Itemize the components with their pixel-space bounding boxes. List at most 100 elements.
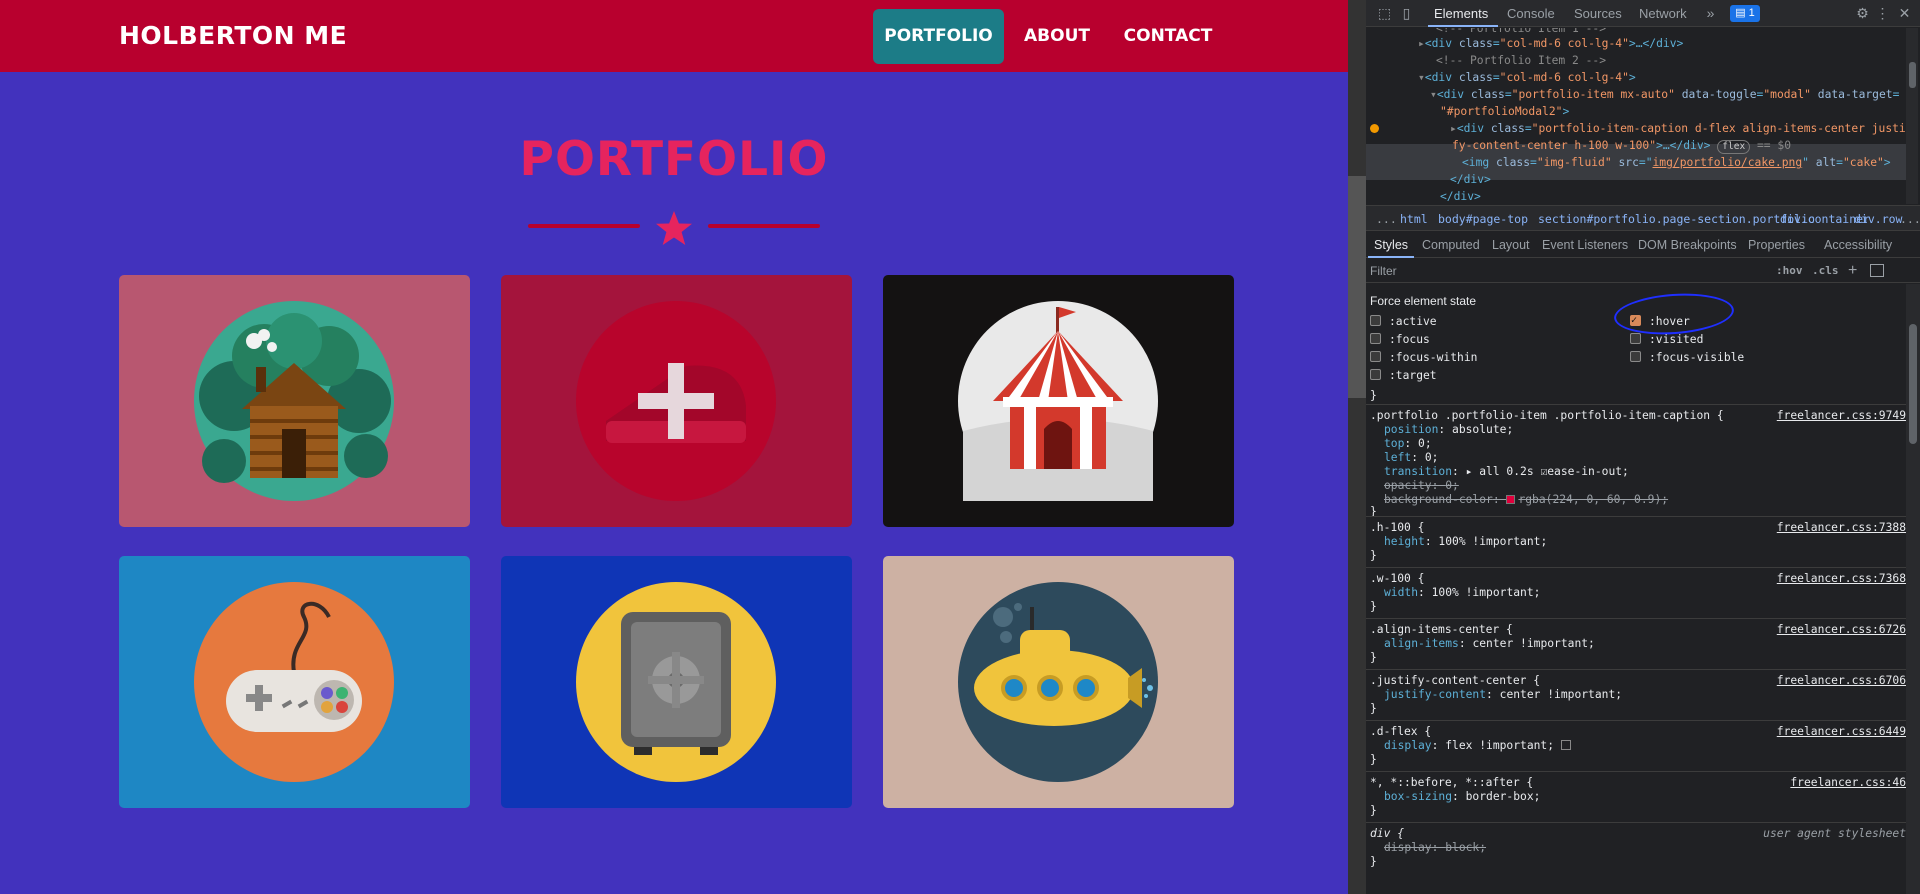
dom-node[interactable]: ▾<div class="portfolio-item mx-auto" dat… (1430, 86, 1920, 103)
rule-source-link[interactable]: freelancer.css:6449 (1777, 725, 1906, 739)
css-property[interactable]: box-sizing: border-box; (1384, 790, 1540, 804)
css-rule[interactable]: .h-100 { freelancer.css:7388 height: 100… (1366, 516, 1906, 566)
rule-source-link[interactable]: freelancer.css:9749 (1777, 409, 1906, 423)
dom-node[interactable]: <img class="img-fluid" src="img/portfoli… (1462, 154, 1920, 171)
css-property[interactable]: align-items: center !important; (1384, 637, 1595, 651)
portfolio-item-cake[interactable] (501, 275, 852, 527)
rule-selector[interactable]: .h-100 { (1370, 521, 1424, 535)
rule-selector[interactable]: .portfolio .portfolio-item .portfolio-it… (1370, 409, 1724, 423)
css-property-overridden[interactable]: background-color: rgba(224, 0, 60, 0.9); (1384, 493, 1668, 507)
portfolio-item-game[interactable] (119, 556, 470, 808)
state-focus-checkbox[interactable]: :focus (1370, 332, 1430, 348)
device-toolbar-icon[interactable]: ▯ (1398, 5, 1415, 22)
collapse-arrow-icon[interactable]: ▾ (1418, 71, 1425, 84)
inspect-element-icon[interactable]: ⬚ (1376, 5, 1393, 22)
rule-selector[interactable]: div { (1370, 827, 1404, 841)
state-target-checkbox[interactable]: :target (1370, 368, 1437, 384)
nav-link-contact[interactable]: CONTACT (1112, 9, 1224, 64)
rule-selector[interactable]: .w-100 { (1370, 572, 1424, 586)
state-focus-visible-checkbox[interactable]: :focus-visible (1630, 350, 1744, 366)
css-property[interactable]: left: 0; (1384, 451, 1438, 465)
hover-state-toggle[interactable]: :hov (1776, 259, 1803, 283)
css-rule[interactable]: .d-flex { freelancer.css:6449 display: f… (1366, 720, 1906, 770)
css-property[interactable]: display: flex !important; (1384, 739, 1571, 753)
css-property[interactable]: justify-content: center !important; (1384, 688, 1622, 702)
add-rule-icon[interactable]: + (1848, 259, 1857, 283)
rule-source-link[interactable]: freelancer.css:46 (1790, 776, 1906, 790)
css-rule[interactable]: .justify-content-center { freelancer.css… (1366, 669, 1906, 719)
nav-link-portfolio[interactable]: PORTFOLIO (873, 9, 1004, 64)
expand-arrow-icon[interactable]: ▸ (1450, 122, 1457, 135)
subtab-properties[interactable]: Properties (1748, 232, 1805, 258)
expand-arrow-icon[interactable]: ▸ (1418, 37, 1425, 50)
rule-selector[interactable]: .d-flex { (1370, 725, 1431, 739)
tab-network[interactable]: Network (1639, 0, 1687, 27)
close-icon[interactable]: ✕ (1896, 5, 1913, 22)
subtab-dom-breakpoints[interactable]: DOM Breakpoints (1638, 232, 1737, 258)
flexbox-editor-icon[interactable] (1560, 740, 1571, 750)
subtab-accessibility[interactable]: Accessibility (1824, 232, 1892, 258)
state-visited-checkbox[interactable]: :visited (1630, 332, 1703, 348)
breadcrumb-body[interactable]: body#page-top (1438, 206, 1528, 230)
subtab-layout[interactable]: Layout (1492, 232, 1530, 258)
breadcrumb-row[interactable]: div.row (1854, 206, 1902, 230)
img-src-link[interactable]: img/portfolio/cake.png (1653, 156, 1803, 169)
dom-closing-tag[interactable]: </div> (1450, 171, 1920, 188)
breadcrumb-section[interactable]: section#portfolio.page-section.portfolio (1538, 206, 1815, 230)
state-focus-within-checkbox[interactable]: :focus-within (1370, 350, 1477, 366)
css-rule[interactable]: .w-100 { freelancer.css:7368 width: 100%… (1366, 567, 1906, 617)
css-property[interactable]: transition: ▸ all 0.2s ☑ease-in-out; (1384, 465, 1629, 479)
subtab-styles[interactable]: Styles (1374, 232, 1408, 258)
portfolio-item-safe[interactable] (501, 556, 852, 808)
styles-scrollbar[interactable] (1906, 284, 1920, 894)
css-rule[interactable]: div { user agent stylesheet display: blo… (1366, 822, 1906, 872)
flex-badge[interactable]: flex (1717, 140, 1751, 154)
rule-selector[interactable]: .align-items-center { (1370, 623, 1513, 637)
state-active-checkbox[interactable]: :active (1370, 314, 1437, 330)
viewport-scrollbar[interactable] (1348, 0, 1366, 894)
styles-filter-input[interactable] (1370, 262, 1770, 280)
dom-closing-tag[interactable]: </div> (1440, 188, 1920, 204)
rule-source-link[interactable]: freelancer.css:6706 (1777, 674, 1906, 688)
dom-tree-scrollbar[interactable] (1906, 28, 1918, 204)
css-property[interactable]: height: 100% !important; (1384, 535, 1547, 549)
breadcrumb-overflow-right[interactable]: ... (1900, 206, 1920, 230)
tab-elements[interactable]: Elements (1434, 0, 1488, 27)
css-property-overridden[interactable]: display: block; (1384, 841, 1486, 855)
kebab-menu-icon[interactable]: ⋮ (1874, 5, 1891, 22)
breadcrumb-html[interactable]: html (1400, 206, 1428, 230)
styles-scrollbar-thumb[interactable] (1909, 324, 1917, 444)
css-property[interactable]: top: 0; (1384, 437, 1432, 451)
rule-selector[interactable]: .justify-content-center { (1370, 674, 1540, 688)
nav-link-about[interactable]: ABOUT (1014, 9, 1100, 64)
css-property[interactable]: width: 100% !important; (1384, 586, 1540, 600)
viewport-scrollbar-thumb[interactable] (1348, 176, 1366, 398)
rule-source-link[interactable]: freelancer.css:7388 (1777, 521, 1906, 535)
dom-tree-scrollbar-thumb[interactable] (1909, 62, 1916, 88)
dom-comment[interactable]: <!-- Portfolio Item 2 --> (1436, 52, 1920, 69)
issues-badge[interactable]: ▤ 1 (1730, 5, 1760, 22)
breadcrumb-overflow-left[interactable]: ... (1376, 206, 1397, 230)
portfolio-item-cabin[interactable] (119, 275, 470, 527)
portfolio-item-submarine[interactable] (883, 556, 1234, 808)
rule-selector[interactable]: *, *::before, *::after { (1370, 776, 1533, 790)
css-rule[interactable]: .align-items-center { freelancer.css:672… (1366, 618, 1906, 668)
subtab-computed[interactable]: Computed (1422, 232, 1480, 258)
tab-console[interactable]: Console (1507, 0, 1555, 27)
tab-sources[interactable]: Sources (1574, 0, 1622, 27)
css-rule[interactable]: *, *::before, *::after { freelancer.css:… (1366, 771, 1906, 821)
css-property-overridden[interactable]: opacity: 0; (1384, 479, 1459, 493)
rule-source-link[interactable]: freelancer.css:7368 (1777, 572, 1906, 586)
brand-logo[interactable]: HOLBERTON ME (119, 0, 347, 72)
more-tabs-icon[interactable]: » (1702, 5, 1719, 22)
dom-node[interactable]: ▾<div class="col-md-6 col-lg-4"> (1418, 69, 1920, 86)
dom-node-selected[interactable]: ▸<div class="portfolio-item-caption d-fl… (1450, 120, 1920, 137)
css-property[interactable]: position: absolute; (1384, 423, 1513, 437)
collapse-arrow-icon[interactable]: ▾ (1430, 88, 1437, 101)
dom-node[interactable]: ▸<div class="col-md-6 col-lg-4">…</div> (1418, 35, 1920, 52)
portfolio-item-circus[interactable] (883, 275, 1234, 527)
settings-gear-icon[interactable]: ⚙ (1854, 5, 1871, 22)
css-rule[interactable]: .portfolio .portfolio-item .portfolio-it… (1366, 404, 1906, 518)
rule-source-link[interactable]: freelancer.css:6726 (1777, 623, 1906, 637)
class-toggle[interactable]: .cls (1812, 259, 1839, 283)
